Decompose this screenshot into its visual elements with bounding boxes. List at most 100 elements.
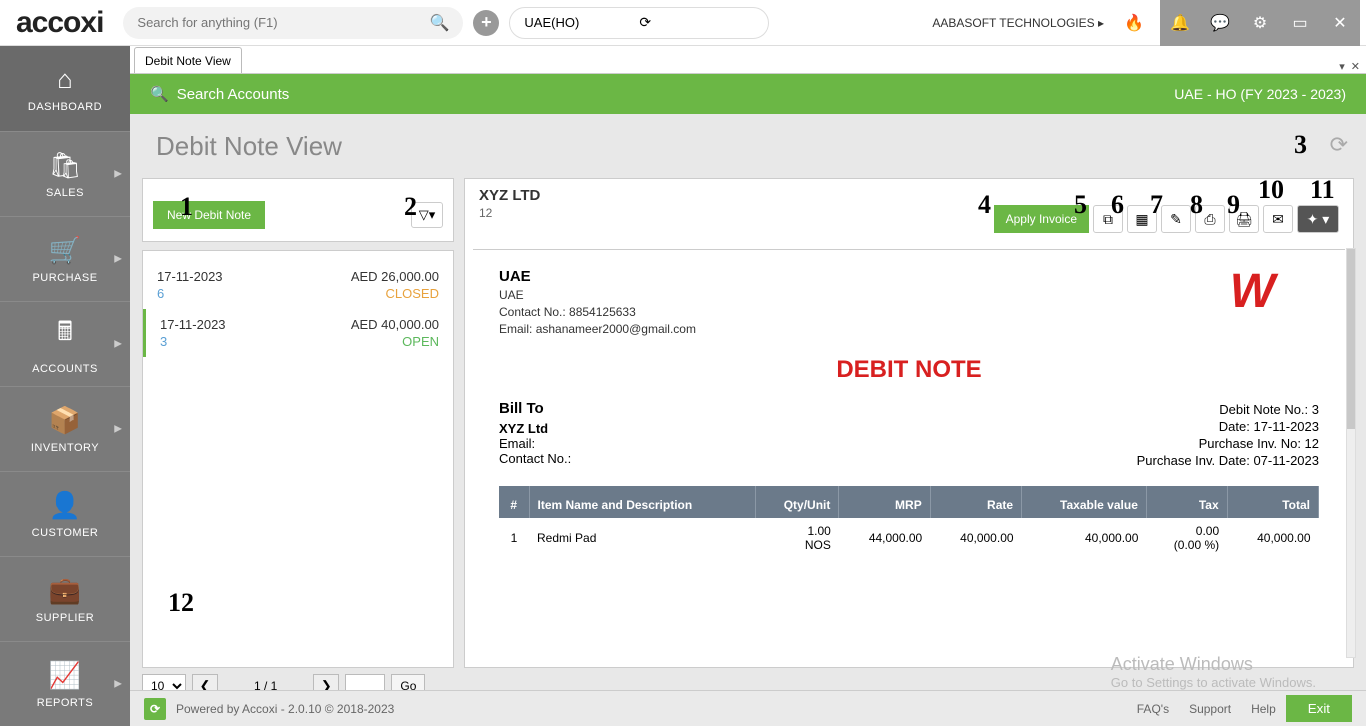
filter-button[interactable]: ▽▾	[411, 202, 443, 228]
edit-icon[interactable]: ✎	[1161, 205, 1191, 233]
doc-contact: Contact No.: 8854125633	[499, 305, 1319, 319]
sidebar-item-label: CUSTOMER	[32, 527, 99, 539]
add-button[interactable]: +	[473, 10, 499, 36]
sidebar-item-accounts[interactable]: 🖩 ACCOUNTS ▶	[0, 301, 130, 386]
status-badge: CLOSED	[386, 286, 439, 301]
faq-link[interactable]: FAQ's	[1137, 702, 1169, 716]
sidebar-item-label: REPORTS	[37, 697, 93, 709]
list-toolbar: New Debit Note ▽▾	[142, 178, 454, 242]
page-title: Debit Note View	[156, 131, 342, 162]
calculator-icon: 🖩	[57, 313, 73, 357]
refresh-icon[interactable]: ⟳	[639, 14, 754, 31]
main-content: Debit Note View ▾ ✕ 🔍 Search Accounts UA…	[130, 46, 1366, 726]
sidebar-item-sales[interactable]: 🛍 SALES ▶	[0, 131, 130, 216]
debit-note-list: 17-11-2023 AED 26,000.00 6 CLOSED 17-11-…	[142, 250, 454, 668]
refresh-icon[interactable]: ⟳	[1330, 132, 1348, 158]
chevron-right-icon: ▶	[114, 679, 122, 690]
history-icon[interactable]: ⧉	[1093, 205, 1123, 233]
cart-icon: 🛒	[49, 235, 81, 266]
support-link[interactable]: Support	[1189, 702, 1231, 716]
journal-icon[interactable]: ▦	[1127, 205, 1157, 233]
close-icon[interactable]: ✕	[1320, 0, 1360, 46]
context-bar: 🔍 Search Accounts UAE - HO (FY 2023 - 20…	[130, 74, 1366, 114]
vendor-name: XYZ LTD	[479, 187, 994, 204]
doc-email: Email: ashanameer2000@gmail.com	[499, 322, 1319, 336]
doc-location: UAE	[499, 288, 1319, 302]
col-rate: Rate	[930, 486, 1021, 518]
app-logo: accoxi	[6, 6, 113, 40]
list-date: 17-11-2023	[160, 317, 226, 332]
company-selector[interactable]: UAE(HO) ⟳	[509, 7, 769, 39]
fy-label: UAE - HO (FY 2023 - 2023)	[1174, 86, 1346, 102]
bag-icon: 🛍	[48, 150, 81, 181]
sidebar-item-label: DASHBOARD	[28, 101, 102, 113]
sidebar-item-label: INVENTORY	[31, 442, 99, 454]
search-accounts-link[interactable]: Search Accounts	[177, 86, 290, 103]
pdf-icon[interactable]: ⎙	[1195, 205, 1225, 233]
sidebar-item-label: ACCOUNTS	[32, 363, 98, 375]
global-search[interactable]: 🔍	[123, 7, 463, 39]
minimize-icon[interactable]: ▭	[1280, 0, 1320, 46]
print-icon[interactable]: 🖨	[1229, 205, 1259, 233]
doc-title: DEBIT NOTE	[499, 356, 1319, 384]
list-amount: AED 40,000.00	[351, 317, 439, 332]
company-logo: W	[1230, 264, 1275, 319]
detail-header: XYZ LTD 12 Apply Invoice ⧉ ▦ ✎ ⎙ 🖨 ✉ ✦ ▾	[465, 179, 1353, 249]
chevron-right-icon: ▶	[114, 254, 122, 265]
sidebar-item-customer[interactable]: 👤 CUSTOMER	[0, 471, 130, 556]
bell-icon[interactable]: 🔔	[1160, 0, 1200, 46]
chart-icon: 📈	[49, 660, 81, 691]
col-item: Item Name and Description	[529, 486, 755, 518]
col-total: Total	[1227, 486, 1318, 518]
help-link[interactable]: Help	[1251, 702, 1276, 716]
tab-debit-note-view[interactable]: Debit Note View	[134, 47, 242, 73]
invoice-number: 12	[479, 206, 994, 220]
list-item[interactable]: 17-11-2023 AED 40,000.00 3 OPEN	[143, 309, 453, 357]
company-name: UAE(HO)	[524, 15, 639, 30]
header-actions: 🔔 💬 ⚙ ▭ ✕	[1160, 0, 1360, 46]
sidebar-item-label: SUPPLIER	[36, 612, 94, 624]
chat-icon[interactable]: 💬	[1200, 0, 1240, 46]
sidebar-item-dashboard[interactable]: ⌂ DASHBOARD	[0, 46, 130, 131]
search-icon: 🔍	[150, 85, 169, 103]
chevron-right-icon: ▶	[114, 339, 122, 350]
tab-bar: Debit Note View ▾ ✕	[130, 46, 1366, 74]
box-icon: 📦	[49, 405, 81, 436]
col-taxable: Taxable value	[1022, 486, 1147, 518]
briefcase-icon: 💼	[49, 575, 81, 606]
sidebar-item-inventory[interactable]: 📦 INVENTORY ▶	[0, 386, 130, 471]
document-preview: W UAE UAE Contact No.: 8854125633 Email:…	[473, 249, 1345, 659]
scrollbar-thumb[interactable]	[1347, 249, 1355, 429]
list-item[interactable]: 17-11-2023 AED 26,000.00 6 CLOSED	[143, 261, 453, 309]
line-items-table: # Item Name and Description Qty/Unit MRP…	[499, 486, 1319, 558]
search-icon[interactable]: 🔍	[429, 13, 449, 33]
sidebar-item-label: PURCHASE	[32, 272, 97, 284]
gear-icon[interactable]: ⚙	[1240, 0, 1280, 46]
table-row: 1 Redmi Pad 1.00NOS 44,000.00 40,000.00 …	[499, 518, 1319, 558]
list-id: 6	[157, 286, 164, 301]
sidebar-item-supplier[interactable]: 💼 SUPPLIER	[0, 556, 130, 641]
powered-by: Powered by Accoxi - 2.0.10 © 2018-2023	[176, 702, 394, 716]
list-id: 3	[160, 334, 167, 349]
col-tax: Tax	[1146, 486, 1227, 518]
doc-company: UAE	[499, 268, 1319, 285]
bill-to: Bill To XYZ Ltd Email: Contact No.:	[499, 400, 571, 468]
scrollbar[interactable]	[1346, 248, 1356, 658]
org-name[interactable]: AABASOFT TECHNOLOGIES ▸	[932, 16, 1104, 30]
search-input[interactable]	[137, 15, 429, 30]
tab-close-icon[interactable]: ✕	[1351, 60, 1360, 73]
new-debit-note-button[interactable]: New Debit Note	[153, 201, 265, 229]
top-header: accoxi 🔍 + UAE(HO) ⟳ AABASOFT TECHNOLOGI…	[0, 0, 1366, 46]
tab-dropdown-icon[interactable]: ▾	[1339, 60, 1345, 73]
doc-meta: Debit Note No.: 3 Date: 17-11-2023 Purch…	[1137, 400, 1319, 468]
flame-icon[interactable]: 🔥	[1122, 11, 1146, 35]
sidebar-item-reports[interactable]: 📈 REPORTS ▶	[0, 641, 130, 726]
apply-invoice-button[interactable]: Apply Invoice	[994, 205, 1089, 233]
email-icon[interactable]: ✉	[1263, 205, 1293, 233]
sidebar-item-label: SALES	[46, 187, 84, 199]
title-row: Debit Note View ⟳	[130, 114, 1366, 178]
list-amount: AED 26,000.00	[351, 269, 439, 284]
exit-button[interactable]: Exit	[1286, 695, 1352, 722]
sidebar-item-purchase[interactable]: 🛒 PURCHASE ▶	[0, 216, 130, 301]
more-button[interactable]: ✦ ▾	[1297, 205, 1339, 233]
